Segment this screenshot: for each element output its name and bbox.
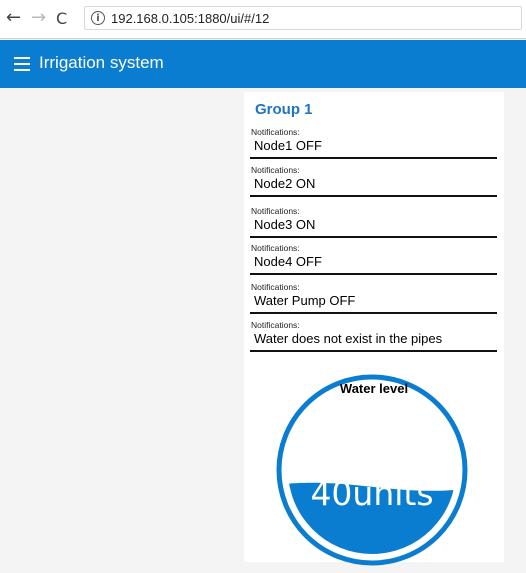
notification-value: Node2 ON: [254, 176, 316, 191]
notification-label: Notifications:: [251, 320, 300, 330]
notification-label: Notifications:: [251, 206, 300, 216]
app-header: Irrigation system: [0, 40, 526, 88]
notification-value: Node1 OFF: [254, 138, 322, 153]
notification-widget: Notifications: Node1 OFF: [250, 127, 497, 159]
app-title: Irrigation system: [39, 53, 164, 72]
info-icon[interactable]: i: [91, 11, 105, 25]
notification-widget: Notifications: Node4 OFF: [250, 243, 497, 275]
notification-value: Node4 OFF: [254, 254, 322, 269]
group-card: Group 1 Notifications: Node1 OFF Notific…: [244, 92, 504, 566]
gauge-value: 40units: [310, 474, 434, 513]
notification-widget: Notifications: Node2 ON: [250, 165, 497, 197]
forward-arrow-icon[interactable]: →: [31, 8, 46, 28]
gauge-graphic: [276, 374, 468, 566]
gauge-title: Water level: [339, 381, 409, 396]
notification-value: Water does not exist in the pipes: [254, 331, 443, 346]
back-arrow-icon[interactable]: ←: [6, 8, 21, 28]
notification-widget: Notifications: Water does not exist in t…: [250, 320, 497, 352]
notification-label: Notifications:: [251, 127, 300, 137]
notification-value: Node3 ON: [254, 217, 316, 232]
notification-widget: Notifications: Water Pump OFF: [250, 282, 497, 314]
address-bar[interactable]: i 192.168.0.105:1880/ui/#/12: [84, 6, 522, 30]
notification-widget: Notifications: Node3 ON: [250, 206, 497, 238]
hamburger-menu-icon[interactable]: [14, 57, 30, 71]
notification-label: Notifications:: [251, 243, 300, 253]
group-title: Group 1: [255, 101, 313, 118]
notification-value: Water Pump OFF: [254, 293, 356, 308]
notification-label: Notifications:: [251, 165, 300, 175]
water-level-gauge: 40units: [274, 374, 470, 566]
browser-toolbar: ← → C i 192.168.0.105:1880/ui/#/12: [0, 0, 526, 39]
url-text[interactable]: 192.168.0.105:1880/ui/#/12: [111, 11, 269, 26]
reload-icon[interactable]: C: [56, 9, 67, 29]
notification-label: Notifications:: [251, 282, 300, 292]
